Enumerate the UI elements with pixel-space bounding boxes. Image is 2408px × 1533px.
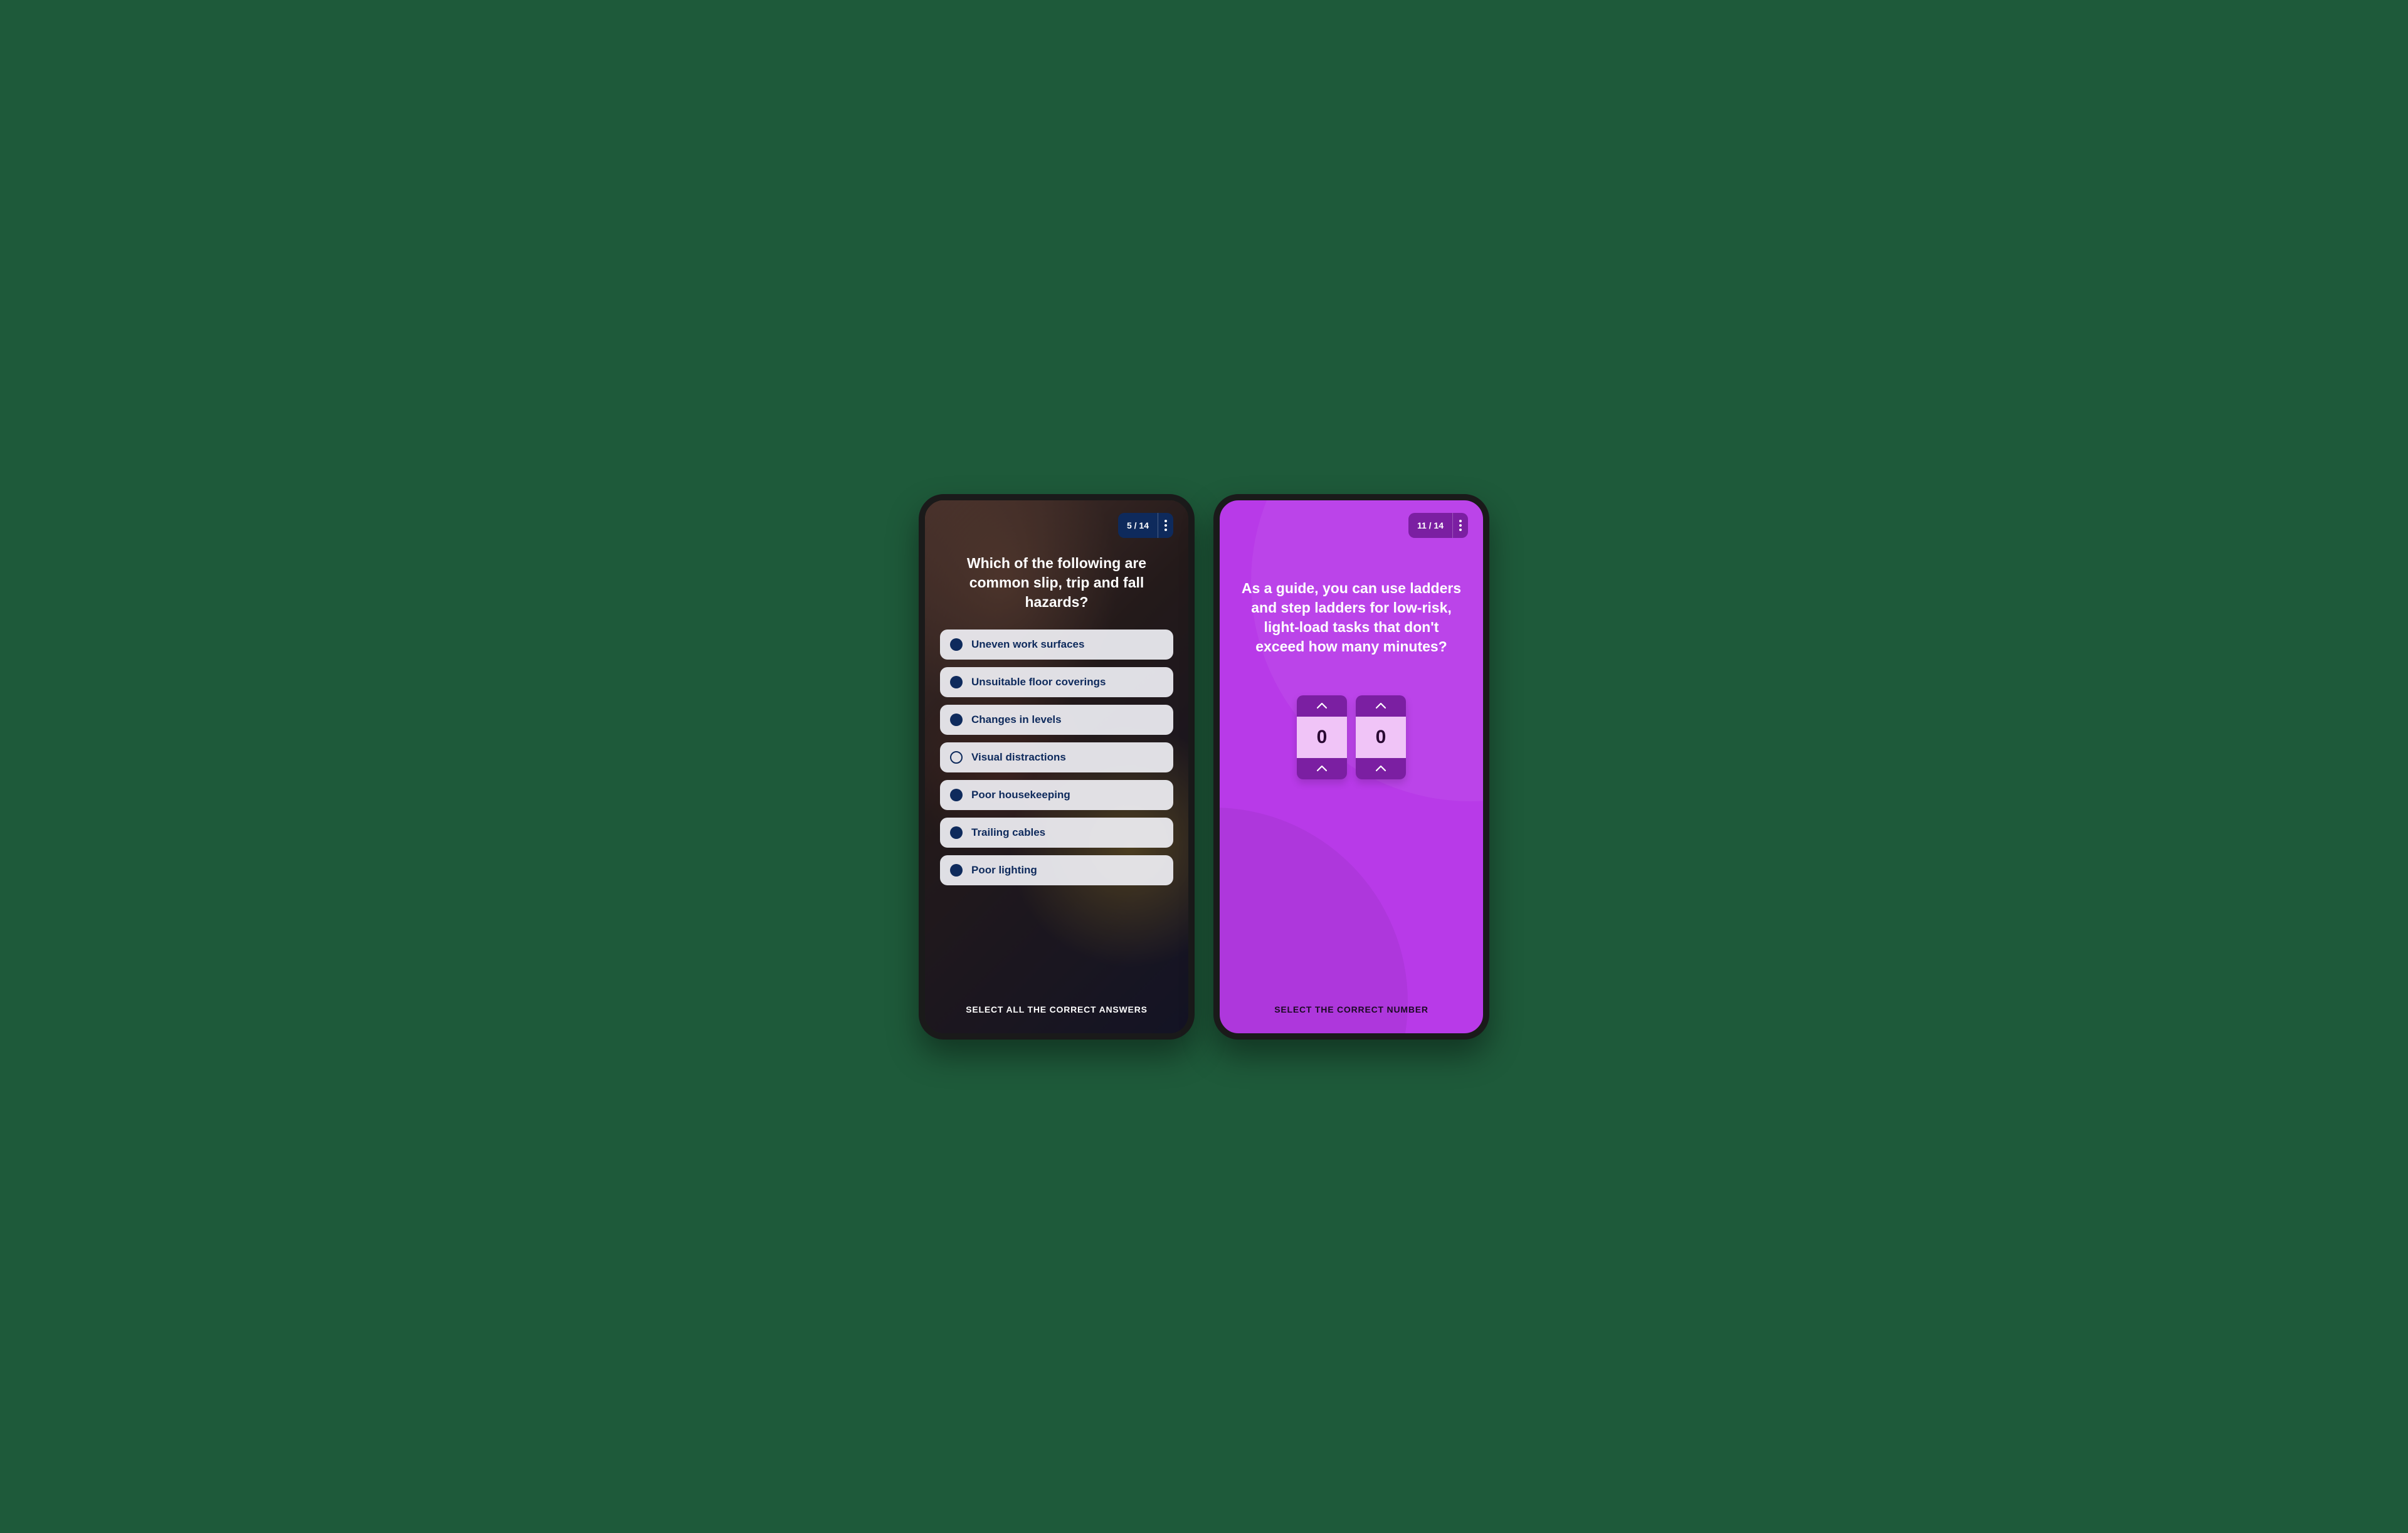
instruction-text: SELECT THE CORRECT NUMBER: [1235, 1004, 1468, 1018]
option-item[interactable]: Uneven work surfaces: [940, 630, 1173, 660]
radio-selected-icon: [950, 789, 963, 801]
radio-unselected-icon: [950, 751, 963, 764]
digit-stepper: 0: [1297, 695, 1347, 779]
phone-quiz-multichoice: 5 / 14 Which of the following are common…: [919, 494, 1195, 1040]
radio-selected-icon: [950, 826, 963, 839]
number-stepper-group: 0 0: [1235, 695, 1468, 779]
option-label: Visual distractions: [971, 751, 1066, 764]
option-label: Changes in levels: [971, 714, 1062, 726]
option-label: Uneven work surfaces: [971, 638, 1084, 651]
progress-count: 11 / 14: [1408, 513, 1452, 538]
radio-selected-icon: [950, 864, 963, 877]
option-item[interactable]: Poor housekeeping: [940, 780, 1173, 810]
progress-indicator: 11 / 14: [1408, 513, 1468, 538]
radio-selected-icon: [950, 638, 963, 651]
phone-quiz-number: 11 / 14 As a guide, you can use ladders …: [1213, 494, 1489, 1040]
more-vertical-icon: [1459, 520, 1462, 531]
option-label: Trailing cables: [971, 826, 1045, 839]
stepper-down-button[interactable]: [1356, 758, 1406, 779]
progress-count: 5 / 14: [1118, 513, 1158, 538]
options-list: Uneven work surfaces Unsuitable floor co…: [940, 630, 1173, 885]
menu-button[interactable]: [1452, 513, 1468, 538]
question-text: As a guide, you can use ladders and step…: [1235, 579, 1468, 656]
topbar: 5 / 14: [940, 513, 1173, 538]
chevron-up-icon: [1317, 703, 1327, 709]
radio-selected-icon: [950, 676, 963, 688]
stepper-up-button[interactable]: [1356, 695, 1406, 717]
chevron-up-icon: [1317, 766, 1327, 772]
more-vertical-icon: [1164, 520, 1167, 531]
option-item[interactable]: Poor lighting: [940, 855, 1173, 885]
menu-button[interactable]: [1158, 513, 1173, 538]
progress-indicator: 5 / 14: [1118, 513, 1173, 538]
option-item[interactable]: Changes in levels: [940, 705, 1173, 735]
option-label: Poor lighting: [971, 864, 1037, 877]
question-text: Which of the following are common slip, …: [940, 554, 1173, 612]
digit-value: 0: [1297, 717, 1347, 758]
chevron-up-icon: [1376, 766, 1386, 772]
option-label: Poor housekeeping: [971, 789, 1070, 801]
digit-stepper: 0: [1356, 695, 1406, 779]
stepper-up-button[interactable]: [1297, 695, 1347, 717]
chevron-up-icon: [1376, 703, 1386, 709]
instruction-text: SELECT ALL THE CORRECT ANSWERS: [940, 1004, 1173, 1018]
option-item[interactable]: Trailing cables: [940, 818, 1173, 848]
option-item[interactable]: Unsuitable floor coverings: [940, 667, 1173, 697]
topbar: 11 / 14: [1235, 513, 1468, 538]
option-item[interactable]: Visual distractions: [940, 742, 1173, 772]
digit-value: 0: [1356, 717, 1406, 758]
stepper-down-button[interactable]: [1297, 758, 1347, 779]
radio-selected-icon: [950, 714, 963, 726]
option-label: Unsuitable floor coverings: [971, 676, 1106, 688]
